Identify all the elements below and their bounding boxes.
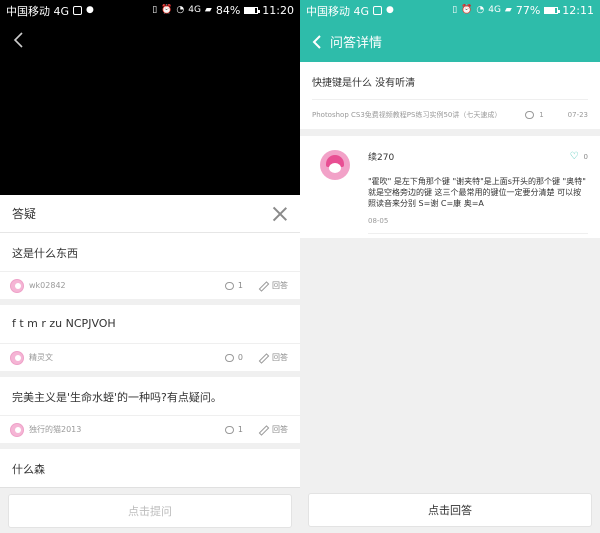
like-count: 0 xyxy=(583,152,588,161)
battery-fill xyxy=(245,8,256,13)
comment-count: 0 xyxy=(237,353,243,362)
course-name[interactable]: Photoshop CS3免费视频教程PS练习实例50讲（七天速成） xyxy=(312,110,501,120)
signal-icon: ▰ xyxy=(204,5,212,15)
answer-date: 08-05 xyxy=(368,217,588,234)
gallery-icon xyxy=(73,6,83,15)
title-bar: 问答详情 xyxy=(300,21,600,62)
comment-icon xyxy=(224,281,234,290)
comment-button[interactable]: 1 xyxy=(224,425,243,434)
ask-bar: 点击提问 xyxy=(0,487,300,533)
avatar xyxy=(10,422,24,437)
battery-fill xyxy=(545,8,555,13)
carrier-label: 中国移动 4G xyxy=(306,4,370,18)
author-name: 独行的猫2013 xyxy=(29,425,82,434)
left-screen: 中国移动 4G ● ▯ ⏰ ◔ 4G ▰ 84% 11:20 答疑 这是什么东西… xyxy=(0,0,300,533)
back-arrow-icon[interactable] xyxy=(12,31,26,49)
page-title: 问答详情 xyxy=(330,36,383,51)
question-text: f t m r zu NCPJVOH xyxy=(12,317,116,330)
question-card[interactable]: 这是什么东西 wk02842 1 回答 xyxy=(0,233,300,299)
answer-item: 续270 ♡ 0 "霍吹" 是左下角那个键 "谢夹特"是上面s开头的那个键 "奥… xyxy=(300,136,600,238)
author: wk02842 xyxy=(10,278,66,293)
heart-icon: ♡ xyxy=(569,150,579,162)
network-label: 4G xyxy=(488,5,501,15)
question-meta: 精灵文 0 回答 xyxy=(0,343,300,371)
wifi-icon: ◔ xyxy=(176,5,185,15)
ask-question-button[interactable]: 点击提问 xyxy=(8,494,292,528)
answer-header: 续270 ♡ 0 xyxy=(368,150,588,163)
comment-count: 1 xyxy=(539,110,544,119)
answer-author: 续270 xyxy=(368,153,395,163)
avatar xyxy=(10,350,24,365)
clock: 12:11 xyxy=(562,4,594,17)
status-bar: 中国移动 4G ● ▯ ⏰ ◔ 4G ▰ 84% 11:20 xyxy=(0,0,300,21)
comment-button[interactable]: 1 xyxy=(525,110,544,119)
comment-button[interactable]: 0 xyxy=(224,353,243,362)
question-detail: 快捷键是什么 没有听清 Photoshop CS3免费视频教程PS练习实例50讲… xyxy=(300,62,600,129)
qa-title: 答疑 xyxy=(12,207,37,221)
notification-icon: ● xyxy=(86,5,94,15)
question-text: 什么森 xyxy=(12,463,45,476)
question-list[interactable]: 这是什么东西 wk02842 1 回答 f t m r zu NCPJVOH 精… xyxy=(0,233,300,510)
like-button[interactable]: ♡ 0 xyxy=(569,150,588,162)
gallery-icon xyxy=(373,6,383,15)
author: 独行的猫2013 xyxy=(10,422,82,437)
signal-icon: ▰ xyxy=(504,5,512,15)
question-meta: 独行的猫2013 1 回答 xyxy=(0,415,300,443)
question-text: 快捷键是什么 没有听清 xyxy=(312,78,416,89)
wifi-icon: ◔ xyxy=(476,5,485,15)
question-card[interactable]: 完美主义是'生命水蛭'的一种吗?有点疑问。 独行的猫2013 1 回答 xyxy=(0,377,300,443)
status-bar: 中国移动 4G ● ▯ ⏰ ◔ 4G ▰ 77% 12:11 xyxy=(300,0,600,21)
edit-icon xyxy=(259,281,268,290)
carrier-label: 中国移动 4G xyxy=(6,4,70,18)
author-name: 精灵文 xyxy=(29,353,53,362)
vibrate-icon: ▯ xyxy=(152,5,158,15)
reply-label: 回答 xyxy=(272,425,288,434)
alarm-icon: ⏰ xyxy=(461,5,473,15)
notification-icon: ● xyxy=(386,5,394,15)
actions: 1 回答 xyxy=(224,280,288,291)
reply-bar: 点击回答 xyxy=(300,487,600,533)
battery-icon xyxy=(544,7,561,14)
right-screen: 中国移动 4G ● ▯ ⏰ ◔ 4G ▰ 77% 12:11 问答详情 快捷键是 xyxy=(300,0,600,533)
network-label: 4G xyxy=(188,5,201,15)
answer-body: 续270 ♡ 0 "霍吹" 是左下角那个键 "谢夹特"是上面s开头的那个键 "奥… xyxy=(368,150,588,234)
question-date: 07-23 xyxy=(567,110,588,119)
comment-count: 1 xyxy=(237,425,243,434)
question-card[interactable]: f t m r zu NCPJVOH 精灵文 0 回答 xyxy=(0,305,300,371)
answer-text: "霍吹" 是左下角那个键 "谢夹特"是上面s开头的那个键 "奥特" 就是空格旁边… xyxy=(368,177,586,208)
comment-icon xyxy=(224,353,234,362)
back-arrow-icon[interactable] xyxy=(310,34,324,50)
video-player[interactable] xyxy=(0,21,300,195)
avatar xyxy=(10,278,24,293)
reply-button[interactable]: 回答 xyxy=(259,424,288,435)
author: 精灵文 xyxy=(10,350,53,365)
vibrate-icon: ▯ xyxy=(452,5,458,15)
question-meta: Photoshop CS3免费视频教程PS练习实例50讲（七天速成） 1 07-… xyxy=(312,99,588,129)
question-text: 完美主义是'生命水蛭'的一种吗?有点疑问。 xyxy=(12,391,222,404)
comment-icon xyxy=(224,425,234,434)
actions: 0 回答 xyxy=(224,352,288,363)
battery-percent: 77% xyxy=(515,4,541,17)
actions: 1 回答 xyxy=(224,424,288,435)
battery-icon xyxy=(244,7,261,14)
comment-count: 1 xyxy=(237,281,243,290)
reply-button[interactable]: 回答 xyxy=(259,352,288,363)
answer-button[interactable]: 点击回答 xyxy=(308,493,592,527)
alarm-icon: ⏰ xyxy=(161,5,173,15)
reply-button[interactable]: 回答 xyxy=(259,280,288,291)
question-text: 这是什么东西 xyxy=(12,247,78,260)
question-meta: wk02842 1 回答 xyxy=(0,271,300,299)
author-name: wk02842 xyxy=(29,281,66,290)
comment-button[interactable]: 1 xyxy=(224,281,243,290)
edit-icon xyxy=(259,425,268,434)
qa-header: 答疑 xyxy=(0,195,300,233)
battery-percent: 84% xyxy=(215,4,241,17)
reply-label: 回答 xyxy=(272,281,288,290)
edit-icon xyxy=(259,353,268,362)
close-icon[interactable] xyxy=(272,206,288,222)
clock: 11:20 xyxy=(262,4,294,17)
comment-icon xyxy=(525,110,535,119)
reply-label: 回答 xyxy=(272,353,288,362)
avatar xyxy=(320,150,350,180)
